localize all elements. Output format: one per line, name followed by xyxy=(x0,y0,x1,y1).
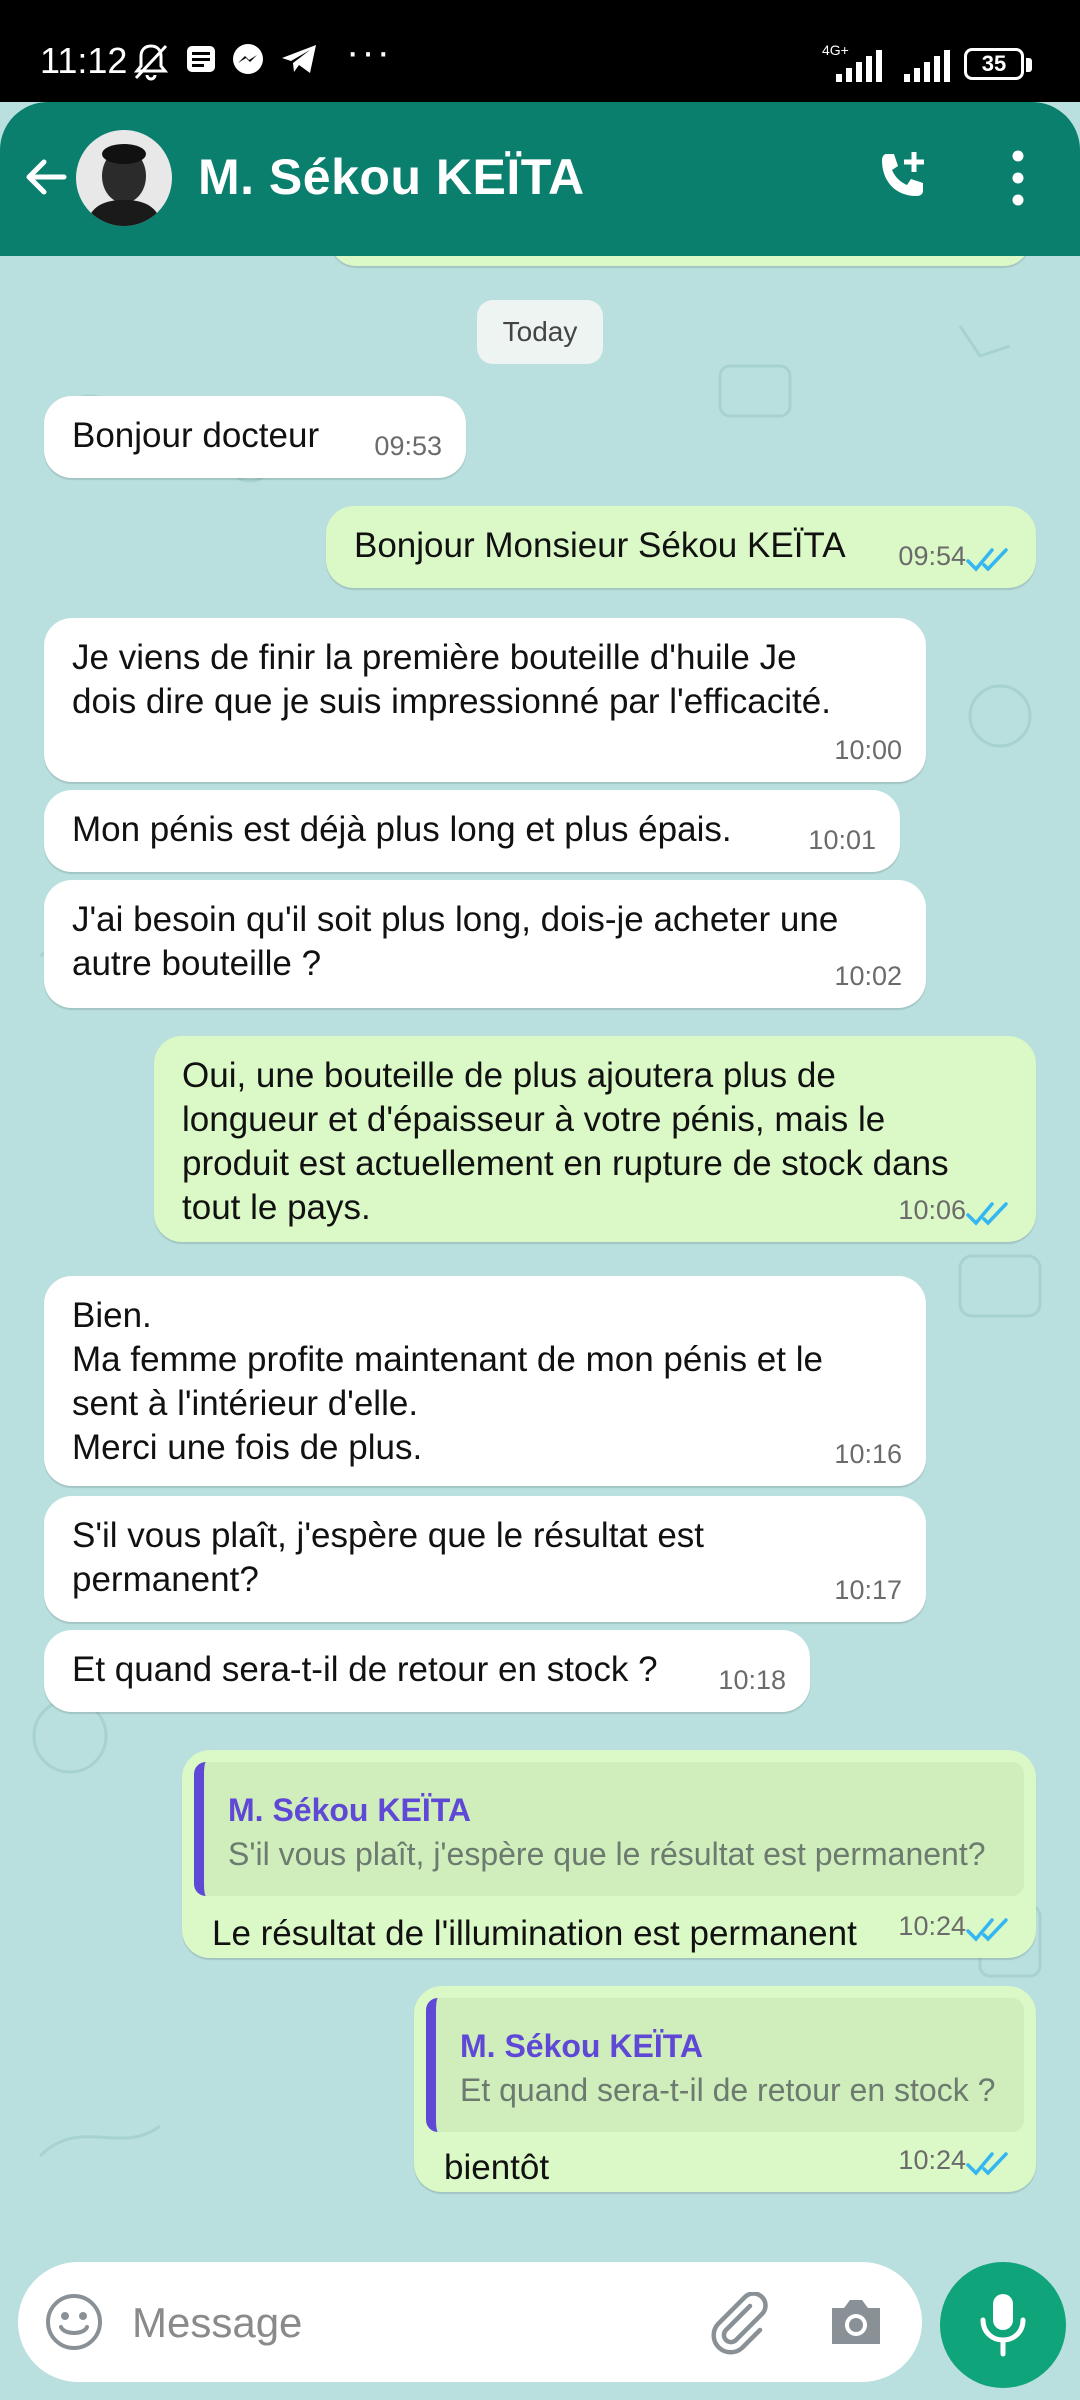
message-time: 10:16 xyxy=(834,1439,902,1469)
more-vert-icon[interactable] xyxy=(1000,148,1036,208)
more-notifications-icon: ··· xyxy=(346,30,392,74)
quoted-text: S'il vous plaît, j'espère que le résulta… xyxy=(228,1836,986,1872)
message-bubble-outgoing[interactable]: Bonjour Monsieur Sékou KEÏTA 09:54 xyxy=(326,506,1036,588)
battery-icon: 35 xyxy=(964,48,1024,80)
contact-name[interactable]: M. Sékou KEÏTA xyxy=(198,148,585,206)
message-text-line-2: longueur et d'épaisseur à votre pénis, m… xyxy=(182,1100,886,1139)
back-arrow-icon[interactable] xyxy=(20,152,70,202)
attach-icon[interactable] xyxy=(706,2292,770,2356)
message-text-line-4: tout le pays. xyxy=(182,1188,371,1227)
camera-icon[interactable] xyxy=(826,2294,886,2350)
message-text-line-2: permanent? xyxy=(72,1560,259,1599)
message-text-line-4: Merci une fois de plus. xyxy=(72,1428,423,1467)
read-ticks-icon xyxy=(966,548,1008,572)
read-ticks-icon xyxy=(966,1918,1008,1942)
message-text-line-2: Ma femme profite maintenant de mon pénis… xyxy=(72,1340,823,1379)
message-text: Mon pénis est déjà plus long et plus épa… xyxy=(72,810,732,849)
chat-header: M. Sékou KEÏTA xyxy=(0,102,1080,256)
message-text-line-1: Bien. xyxy=(72,1296,152,1335)
quoted-message[interactable]: M. Sékou KEÏTA Et quand sera-t-il de ret… xyxy=(426,1998,1024,2132)
message-time: 10:02 xyxy=(834,961,902,991)
messenger-icon xyxy=(233,44,263,74)
emoji-icon[interactable] xyxy=(44,2292,104,2352)
chat-area[interactable]: Today Bonjour docteur 09:53 Bonjour Mons… xyxy=(0,256,1080,2276)
signal-strength-2-icon xyxy=(904,50,950,82)
news-app-icon xyxy=(187,46,215,72)
status-time: 11:12 xyxy=(40,40,128,81)
message-time: 10:18 xyxy=(718,1665,786,1695)
signal-strength-icon xyxy=(836,50,882,82)
contact-avatar[interactable] xyxy=(76,130,172,226)
notifications-off-icon xyxy=(133,44,169,81)
read-ticks-icon xyxy=(966,2152,1008,2176)
quoted-message[interactable]: M. Sékou KEÏTA S'il vous plaît, j'espère… xyxy=(194,1762,1024,1896)
message-time: 09:54 xyxy=(898,541,966,571)
message-time: 10:00 xyxy=(834,735,902,765)
battery-level: 35 xyxy=(981,51,1007,76)
message-text-line-1: J'ai besoin qu'il soit plus long, dois-j… xyxy=(72,900,839,939)
message-text: Bonjour docteur xyxy=(72,416,320,455)
message-time: 10:24 xyxy=(898,1911,966,1941)
message-text-line-3: produit est actuellement en rupture de s… xyxy=(182,1144,949,1183)
message-text-line-2: dois dire que je suis impressionné par l… xyxy=(72,682,831,721)
message-bubble-incoming[interactable]: Et quand sera-t-il de retour en stock ? … xyxy=(44,1630,810,1712)
message-bubble-outgoing[interactable]: Oui, une bouteille de plus ajoutera plus… xyxy=(154,1036,1036,1242)
message-bubble-outgoing-reply[interactable]: M. Sékou KEÏTA Et quand sera-t-il de ret… xyxy=(414,1986,1036,2192)
message-text-line-3: sent à l'intérieur d'elle. xyxy=(72,1384,419,1423)
message-text-line-2: autre bouteille ? xyxy=(72,944,322,983)
message-time: 09:53 xyxy=(374,431,442,461)
avatar-image xyxy=(76,130,172,226)
date-chip: Today xyxy=(477,300,603,364)
message-bubble-partial xyxy=(330,256,1030,266)
read-ticks-icon xyxy=(966,1202,1008,1226)
message-bubble-incoming[interactable]: Bien. Ma femme profite maintenant de mon… xyxy=(44,1276,926,1486)
message-bubble-outgoing-reply[interactable]: M. Sékou KEÏTA S'il vous plaît, j'espère… xyxy=(182,1750,1036,1958)
message-bubble-incoming[interactable]: Bonjour docteur 09:53 xyxy=(44,396,466,478)
message-input[interactable] xyxy=(130,2292,694,2354)
message-bubble-incoming[interactable]: Mon pénis est déjà plus long et plus épa… xyxy=(44,790,900,872)
message-bubble-incoming[interactable]: J'ai besoin qu'il soit plus long, dois-j… xyxy=(44,880,926,1008)
mic-icon xyxy=(980,2294,1026,2357)
message-text: bientôt xyxy=(444,2148,550,2187)
message-bubble-incoming[interactable]: S'il vous plaît, j'espère que le résulta… xyxy=(44,1496,926,1622)
battery-tip xyxy=(1026,58,1032,72)
message-text: Et quand sera-t-il de retour en stock ? xyxy=(72,1650,658,1689)
message-text-line-1: Je viens de finir la première bouteille … xyxy=(72,638,797,677)
message-text: Le résultat de l'illumination est perman… xyxy=(212,1914,857,1953)
add-call-icon[interactable] xyxy=(872,146,932,206)
message-composer xyxy=(18,2262,922,2382)
message-time: 10:06 xyxy=(898,1195,966,1225)
quoted-sender: M. Sékou KEÏTA xyxy=(228,1792,471,1828)
status-bar: 11:12 ··· 4G+ 35 xyxy=(0,0,1080,102)
quoted-sender: M. Sékou KEÏTA xyxy=(460,2028,703,2064)
message-text-line-1: S'il vous plaît, j'espère que le résulta… xyxy=(72,1516,705,1555)
mic-button[interactable] xyxy=(940,2262,1066,2388)
message-bubble-incoming[interactable]: Je viens de finir la première bouteille … xyxy=(44,618,926,782)
quoted-text: Et quand sera-t-il de retour en stock ? xyxy=(460,2072,996,2108)
telegram-icon xyxy=(282,45,316,73)
message-text-line-1: Oui, une bouteille de plus ajoutera plus… xyxy=(182,1056,836,1095)
message-text: Bonjour Monsieur Sékou KEÏTA xyxy=(354,526,846,565)
message-time: 10:17 xyxy=(834,1575,902,1605)
message-time: 10:24 xyxy=(898,2145,966,2175)
message-time: 10:01 xyxy=(808,825,876,855)
